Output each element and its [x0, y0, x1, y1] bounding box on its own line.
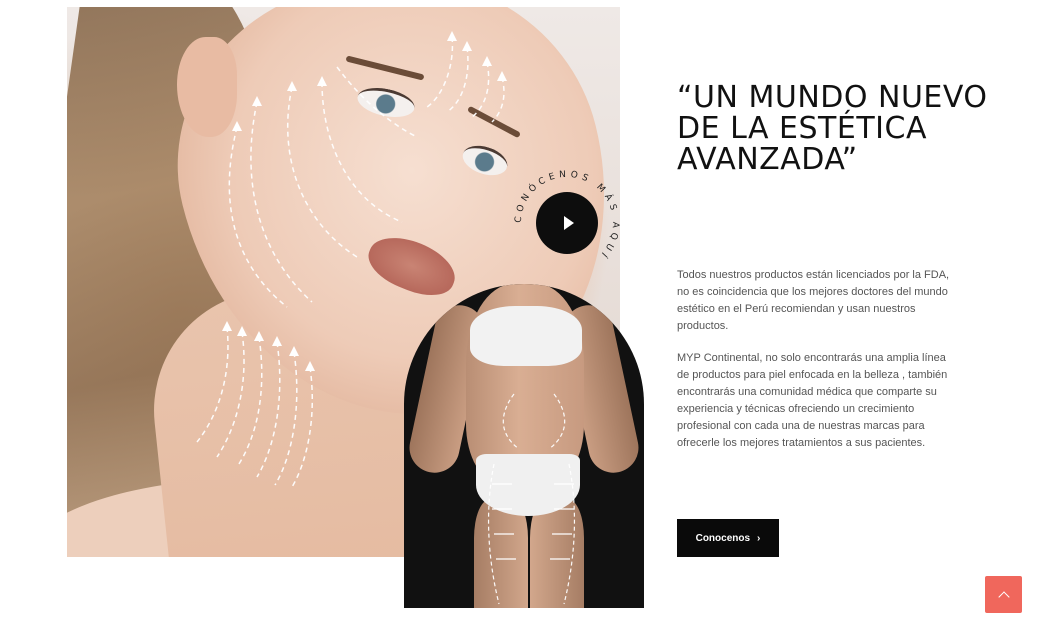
play-icon [564, 216, 574, 230]
chevron-up-icon [997, 590, 1010, 603]
video-play-badge[interactable]: CONÓCENOS MÁS AQUÍ [511, 167, 623, 279]
play-button[interactable] [536, 192, 598, 254]
description-paragraph: MYP Continental, no solo encontrarás una… [677, 352, 948, 449]
conocenos-button[interactable]: Conocenos › [677, 519, 779, 557]
body-photo-card [404, 284, 644, 608]
body-contour-arrows-graphic [487, 393, 576, 605]
page-title: “UN MUNDO NUEVO DE LA ESTÉTICA AVANZADA” [677, 80, 988, 177]
chevron-right-icon: › [757, 532, 761, 544]
intro-paragraph: Todos nuestros productos están licenciad… [677, 269, 950, 332]
back-to-top-button[interactable] [985, 576, 1022, 613]
conocenos-button-label: Conocenos [695, 532, 751, 544]
